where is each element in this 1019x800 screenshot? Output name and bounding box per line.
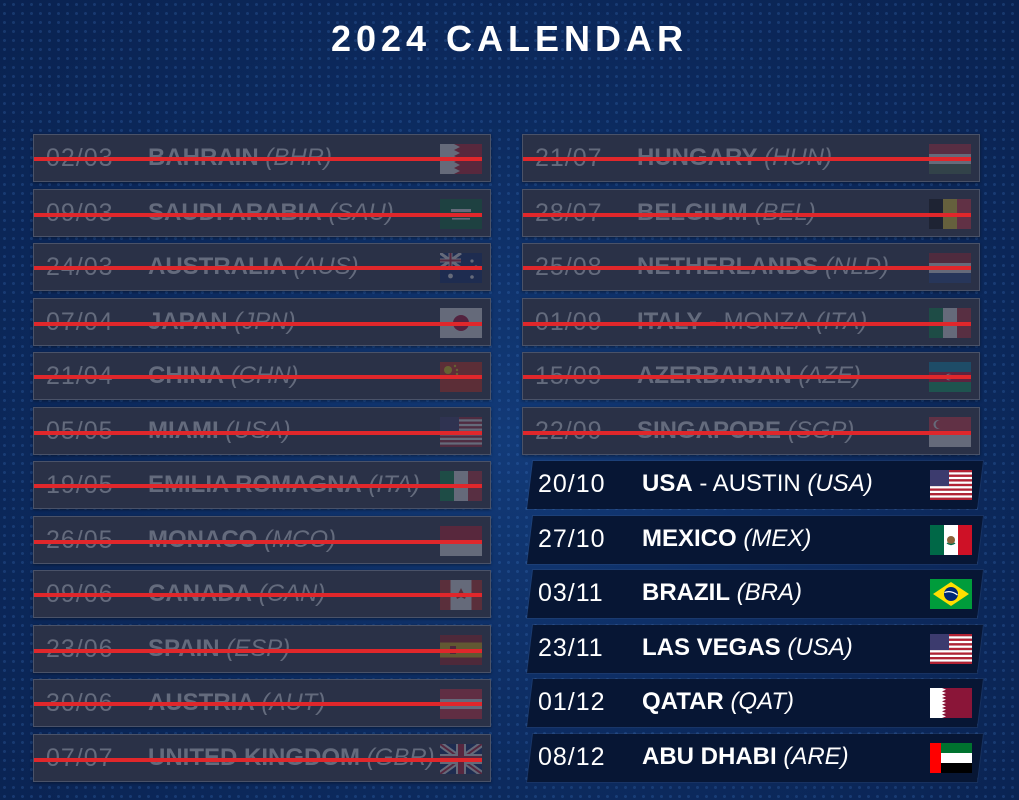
completed-strikethrough — [523, 430, 971, 435]
race-date: 27/10 — [538, 524, 606, 553]
race-row: 07/07UNITED KINGDOM (GBR) — [33, 733, 491, 782]
completed-strikethrough — [523, 321, 971, 326]
race-row: 09/03SAUDI ARABIA (SAU) — [33, 188, 491, 237]
race-name: QATAR (QAT) — [642, 688, 794, 716]
race-row: 28/07BELGIUM (BEL) — [522, 188, 980, 237]
completed-strikethrough — [34, 593, 482, 597]
race-row: 21/04CHINA (CHN) — [33, 352, 491, 400]
race-name: ABU DHABI (ARE) — [642, 743, 849, 771]
race-row: 07/04JAPAN (JPN) — [33, 297, 491, 346]
page-title: 2024 CALENDAR — [330, 18, 689, 59]
mexico-flag-icon — [930, 524, 972, 555]
race-name: USA - AUSTIN (USA) — [642, 470, 873, 498]
completed-strikethrough — [34, 266, 482, 270]
qatar-flag-icon — [930, 688, 972, 718]
race-date: 03/11 — [538, 579, 604, 607]
completed-strikethrough — [34, 702, 482, 706]
completed-strikethrough — [34, 757, 482, 762]
race-country-code: (USA) — [787, 633, 853, 661]
completed-strikethrough — [34, 212, 482, 217]
race-country-code: (BRA) — [736, 579, 802, 606]
usa-flag-icon — [930, 633, 972, 664]
completed-strikethrough — [523, 212, 971, 217]
race-date: 08/12 — [538, 742, 606, 771]
calendar-column-right: 21/07HUNGARY (HUN) 28/07BELGIUM (BEL) 25/0… — [522, 134, 983, 788]
completed-strikethrough — [34, 430, 482, 435]
race-row: 08/12 ABU DHABI (ARE) — [527, 733, 983, 782]
race-row: 27/10 MEXICO (MEX) — [527, 515, 983, 564]
uae-flag-icon — [930, 742, 972, 773]
race-country-code: (QAT) — [730, 688, 794, 715]
race-row: 01/12 QATAR (QAT) — [527, 679, 983, 727]
completed-strikethrough — [34, 321, 482, 326]
completed-strikethrough — [523, 157, 971, 161]
race-row: 26/05MONACO (MCO) — [33, 515, 491, 564]
race-date: 23/11 — [538, 633, 604, 662]
completed-strikethrough — [34, 157, 482, 161]
race-row: 19/05EMILIA ROMAGNA (ITA) — [33, 461, 491, 509]
race-row: 22/09SINGAPORE (SGP) — [522, 406, 980, 455]
race-row: 21/07HUNGARY (HUN) — [522, 134, 980, 182]
race-circuit: - AUSTIN — [699, 470, 801, 497]
completed-strikethrough — [523, 266, 971, 270]
brazil-flag-icon — [930, 579, 972, 609]
race-name: LAS VEGAS (USA) — [642, 634, 853, 662]
race-name: BRAZIL (BRA) — [642, 579, 802, 607]
completed-strikethrough — [34, 375, 482, 379]
race-country: QATAR — [642, 688, 724, 715]
race-country-code: (USA) — [807, 470, 873, 497]
race-row: 01/09ITALY - MONZA (ITA) — [522, 297, 980, 346]
completed-strikethrough — [523, 375, 971, 379]
race-country: ABU DHABI — [642, 742, 777, 770]
race-country-code: (ARE) — [783, 742, 849, 770]
race-country: MEXICO — [642, 524, 737, 552]
race-row: 25/08NETHERLANDS (NLD) — [522, 243, 980, 291]
race-country: BRAZIL — [642, 579, 730, 606]
race-country: LAS VEGAS — [642, 633, 781, 661]
race-row: 23/11 LAS VEGAS (USA) — [527, 624, 983, 673]
race-row: 23/06SPAIN (ESP) — [33, 624, 491, 673]
race-name: MEXICO (MEX) — [642, 525, 811, 553]
race-row: 30/06AUSTRIA (AUT) — [33, 679, 491, 727]
race-row: 03/11 BRAZIL (BRA) — [527, 570, 983, 618]
race-country-code: (MEX) — [743, 524, 812, 552]
race-row: 05/05MIAMI (USA) — [33, 406, 491, 455]
completed-strikethrough — [34, 484, 482, 488]
race-row: 24/03AUSTRALIA (AUS) — [33, 243, 491, 291]
race-row: 15/09AZERBAIJAN (AZE) — [522, 352, 980, 400]
race-row: 20/10 USA - AUSTIN (USA) — [527, 461, 983, 509]
race-row: 02/03BAHRAIN (BHR) — [33, 134, 491, 182]
race-date: 20/10 — [538, 470, 606, 498]
completed-strikethrough — [34, 648, 482, 653]
usa-flag-icon — [930, 470, 972, 500]
calendar-column-left: 02/03BAHRAIN (BHR) 09/03SAUDI ARABIA (SAU… — [33, 134, 491, 788]
race-row: 09/06CANADA (CAN) — [33, 570, 491, 618]
race-country: USA — [642, 470, 693, 497]
completed-strikethrough — [34, 539, 482, 544]
race-date: 01/12 — [538, 688, 606, 716]
